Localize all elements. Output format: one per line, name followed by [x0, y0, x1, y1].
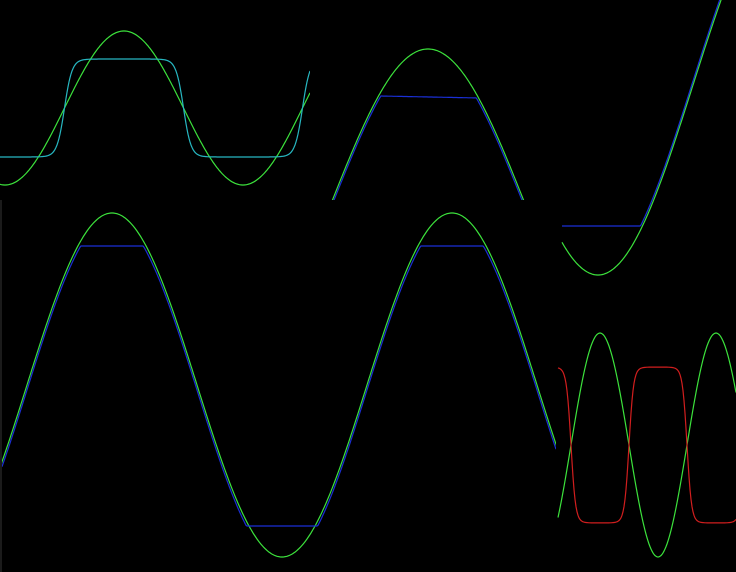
waveform-panel-1: [0, 0, 310, 200]
panel-edge: [0, 200, 2, 572]
sine-trace: [0, 30, 310, 186]
waveform-panel-3: [560, 0, 736, 300]
rounded-square-trace: [557, 366, 736, 524]
waveform-plot-5: [557, 332, 736, 558]
waveform-plot-2: [327, 48, 529, 210]
sine-trace: [561, 0, 722, 276]
waveform-plot-1: [0, 30, 310, 186]
sine-trace: [327, 48, 529, 210]
sine-trace: [0, 212, 559, 558]
waveform-panel-4: [0, 200, 560, 572]
clipped-sine-trace: [329, 95, 527, 210]
waveform-plot-4: [0, 212, 559, 558]
waveform-panel-5: [556, 320, 736, 572]
clipped-sine-trace: [1, 245, 557, 527]
waveform-plot-3: [561, 0, 722, 276]
waveform-panel-2: [310, 0, 560, 210]
